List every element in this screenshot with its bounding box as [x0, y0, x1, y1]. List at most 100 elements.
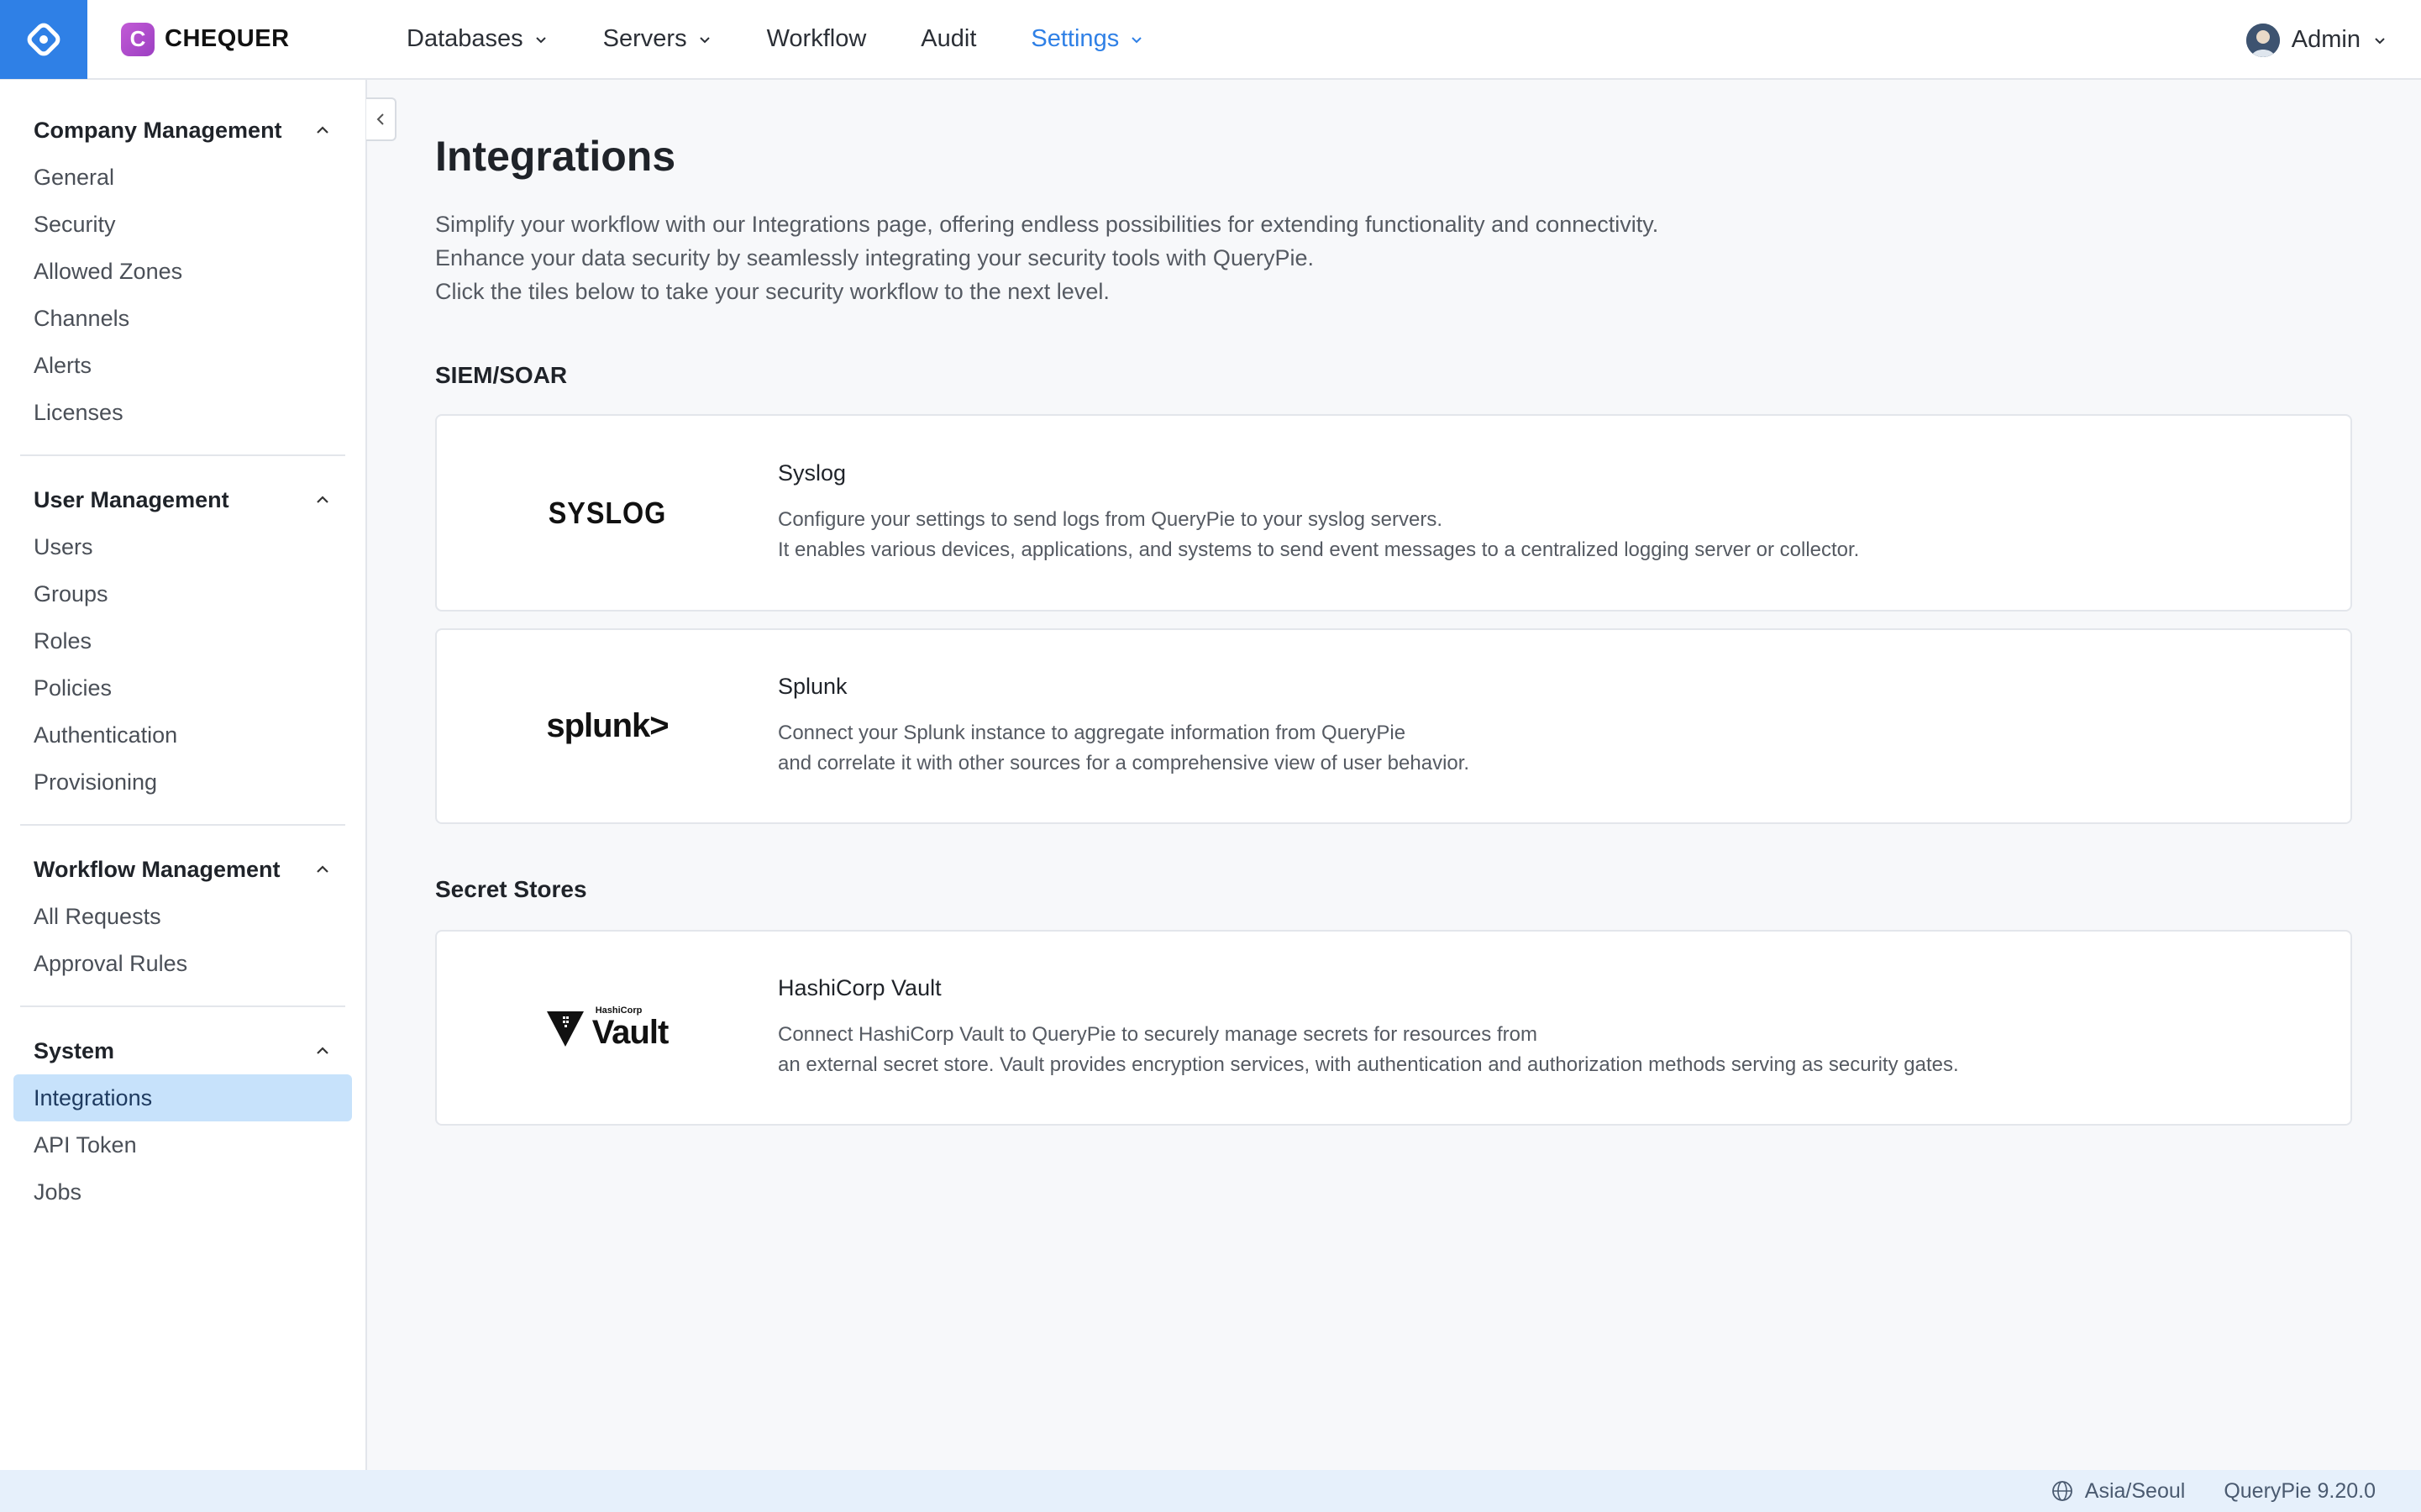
nav-workflow[interactable]: Workflow [767, 0, 867, 79]
main-content: Integrations Simplify your workflow with… [435, 80, 2354, 1126]
page-intro: Simplify your workflow with our Integrat… [435, 207, 2354, 308]
timezone[interactable]: Asia/Seoul [2051, 1478, 2186, 1504]
sidebar-group-user-management: User Management Users Groups Roles Polic… [0, 476, 365, 806]
main-nav: Databases Servers Workflow Audit Setting… [407, 0, 1199, 79]
sidebar-item-allowed-zones[interactable]: Allowed Zones [13, 248, 352, 295]
vault-logo-big: Vault [591, 1014, 670, 1051]
sidebar-item-policies[interactable]: Policies [13, 664, 352, 711]
page-title: Integrations [435, 133, 676, 180]
nav-databases[interactable]: Databases [407, 0, 549, 79]
nav-settings[interactable]: Settings [1031, 0, 1144, 79]
avatar-image [2245, 23, 2280, 57]
tile-desc-line: and correlate it with other sources for … [778, 752, 1470, 774]
tile-desc-line: It enables various devices, applications… [778, 538, 1860, 561]
section-title-secret-stores: Secret Stores [435, 876, 587, 902]
sidebar-group-workflow-management: Workflow Management All Requests Approva… [0, 846, 365, 987]
chevron-up-icon [317, 496, 328, 503]
tile-body: Splunk Connect your Splunk instance to a… [778, 674, 2350, 779]
tile-desc-line: Configure your settings to send logs fro… [778, 508, 1443, 531]
sidebar-divider [20, 824, 345, 826]
sidebar-group-title: Workflow Management [34, 856, 281, 882]
sidebar-item-authentication[interactable]: Authentication [13, 711, 352, 759]
sidebar-group-header[interactable]: User Management [13, 476, 352, 523]
sidebar-group-company-management: Company Management General Security Allo… [0, 107, 365, 436]
tile-desc-line: Connect HashiCorp Vault to QueryPie to s… [778, 1023, 1537, 1046]
vault-logo: HashiCorp Vault [437, 1006, 778, 1049]
chevron-left-icon [376, 113, 384, 125]
sidebar-item-users[interactable]: Users [13, 523, 352, 570]
sidebar-group-title: Company Management [34, 117, 282, 143]
nav-workflow-label: Workflow [766, 25, 867, 52]
brand-mark: C [121, 22, 155, 56]
vault-triangle-icon [546, 1011, 584, 1047]
tile-body: HashiCorp Vault Connect HashiCorp Vault … [778, 975, 2350, 1080]
tile-name: Splunk [778, 674, 848, 699]
querypie-home-icon [27, 23, 60, 55]
section-title-siem-soar: SIEM/SOAR [435, 362, 568, 388]
vault-logo-text: HashiCorp Vault [591, 1006, 670, 1051]
nav-audit[interactable]: Audit [921, 0, 976, 79]
vault-logo-wrap: HashiCorp Vault [546, 1006, 670, 1051]
sidebar-item-groups[interactable]: Groups [13, 570, 352, 617]
sidebar-item-security[interactable]: Security [13, 201, 352, 248]
integration-tile-syslog[interactable]: SYSLOG Syslog Configure your settings to… [435, 414, 2352, 612]
chevron-down-icon [1132, 36, 1142, 43]
avatar [2245, 23, 2280, 57]
sidebar-item-licenses[interactable]: Licenses [13, 389, 352, 436]
syslog-logo: SYSLOG [437, 496, 778, 531]
chevron-up-icon [317, 1047, 328, 1054]
intro-line: Enhance your data security by seamlessly… [435, 245, 1314, 270]
tile-description: Connect your Splunk instance to aggregat… [778, 718, 2350, 779]
sidebar-group-header[interactable]: Workflow Management [13, 846, 352, 893]
sidebar-group-title: User Management [34, 486, 229, 512]
sidebar-item-alerts[interactable]: Alerts [13, 342, 352, 389]
splunk-logo-text: splunk> [546, 707, 669, 744]
sidebar-group-system: System Integrations API Token Jobs [0, 1027, 365, 1215]
chevron-down-icon [2375, 37, 2385, 44]
sidebar-item-roles[interactable]: Roles [13, 617, 352, 664]
sidebar-group-header[interactable]: Company Management [13, 107, 352, 154]
home-button[interactable] [0, 0, 87, 79]
sidebar-item-all-requests[interactable]: All Requests [13, 893, 352, 940]
status-bar: Asia/Seoul QueryPie 9.20.0 [0, 1470, 2421, 1512]
tile-name: HashiCorp Vault [778, 975, 942, 1000]
globe-icon [2051, 1481, 2072, 1501]
timezone-label: Asia/Seoul [2084, 1478, 2186, 1503]
tile-description: Configure your settings to send logs fro… [778, 505, 2350, 565]
intro-line: Simplify your workflow with our Integrat… [435, 212, 1659, 237]
syslog-logo-text: SYSLOG [548, 495, 667, 530]
brand-logo[interactable]: C CHEQUER [121, 22, 339, 56]
nav-audit-label: Audit [921, 25, 977, 52]
user-menu[interactable]: Admin [2245, 0, 2387, 80]
sidebar-item-jobs[interactable]: Jobs [13, 1168, 352, 1215]
sidebar-group-title: System [34, 1037, 115, 1063]
sidebar: Company Management General Security Allo… [0, 80, 367, 1470]
splunk-logo: splunk> [437, 707, 778, 745]
integration-tile-splunk[interactable]: splunk> Splunk Connect your Splunk insta… [435, 628, 2352, 824]
chevron-down-icon [535, 36, 546, 43]
chevron-down-icon [699, 36, 710, 43]
tile-desc-line: Connect your Splunk instance to aggregat… [778, 722, 1406, 744]
tile-desc-line: an external secret store. Vault provides… [778, 1053, 1959, 1076]
nav-servers[interactable]: Servers [603, 0, 712, 79]
sidebar-item-api-token[interactable]: API Token [13, 1121, 352, 1168]
nav-servers-label: Servers [602, 25, 687, 52]
tile-body: Syslog Configure your settings to send l… [778, 460, 2350, 565]
sidebar-group-header[interactable]: System [13, 1027, 352, 1074]
sidebar-collapse-button[interactable] [366, 97, 396, 141]
sidebar-item-general[interactable]: General [13, 154, 352, 201]
top-navigation: C CHEQUER Databases Servers Workflow Aud… [0, 0, 2421, 80]
tile-description: Connect HashiCorp Vault to QueryPie to s… [778, 1020, 2350, 1080]
integration-tile-hashicorp-vault[interactable]: HashiCorp Vault HashiCorp Vault Connect … [435, 930, 2352, 1126]
brand-name: CHEQUER [165, 25, 290, 52]
sidebar-item-integrations[interactable]: Integrations [13, 1074, 352, 1121]
sidebar-item-channels[interactable]: Channels [13, 295, 352, 342]
sidebar-item-approval-rules[interactable]: Approval Rules [13, 940, 352, 987]
nav-databases-label: Databases [407, 25, 523, 52]
chevron-up-icon [317, 126, 328, 134]
user-name: Admin [2291, 26, 2361, 53]
sidebar-item-provisioning[interactable]: Provisioning [13, 759, 352, 806]
sidebar-divider [20, 1005, 345, 1007]
nav-settings-label: Settings [1031, 25, 1120, 52]
tile-name: Syslog [778, 460, 847, 486]
